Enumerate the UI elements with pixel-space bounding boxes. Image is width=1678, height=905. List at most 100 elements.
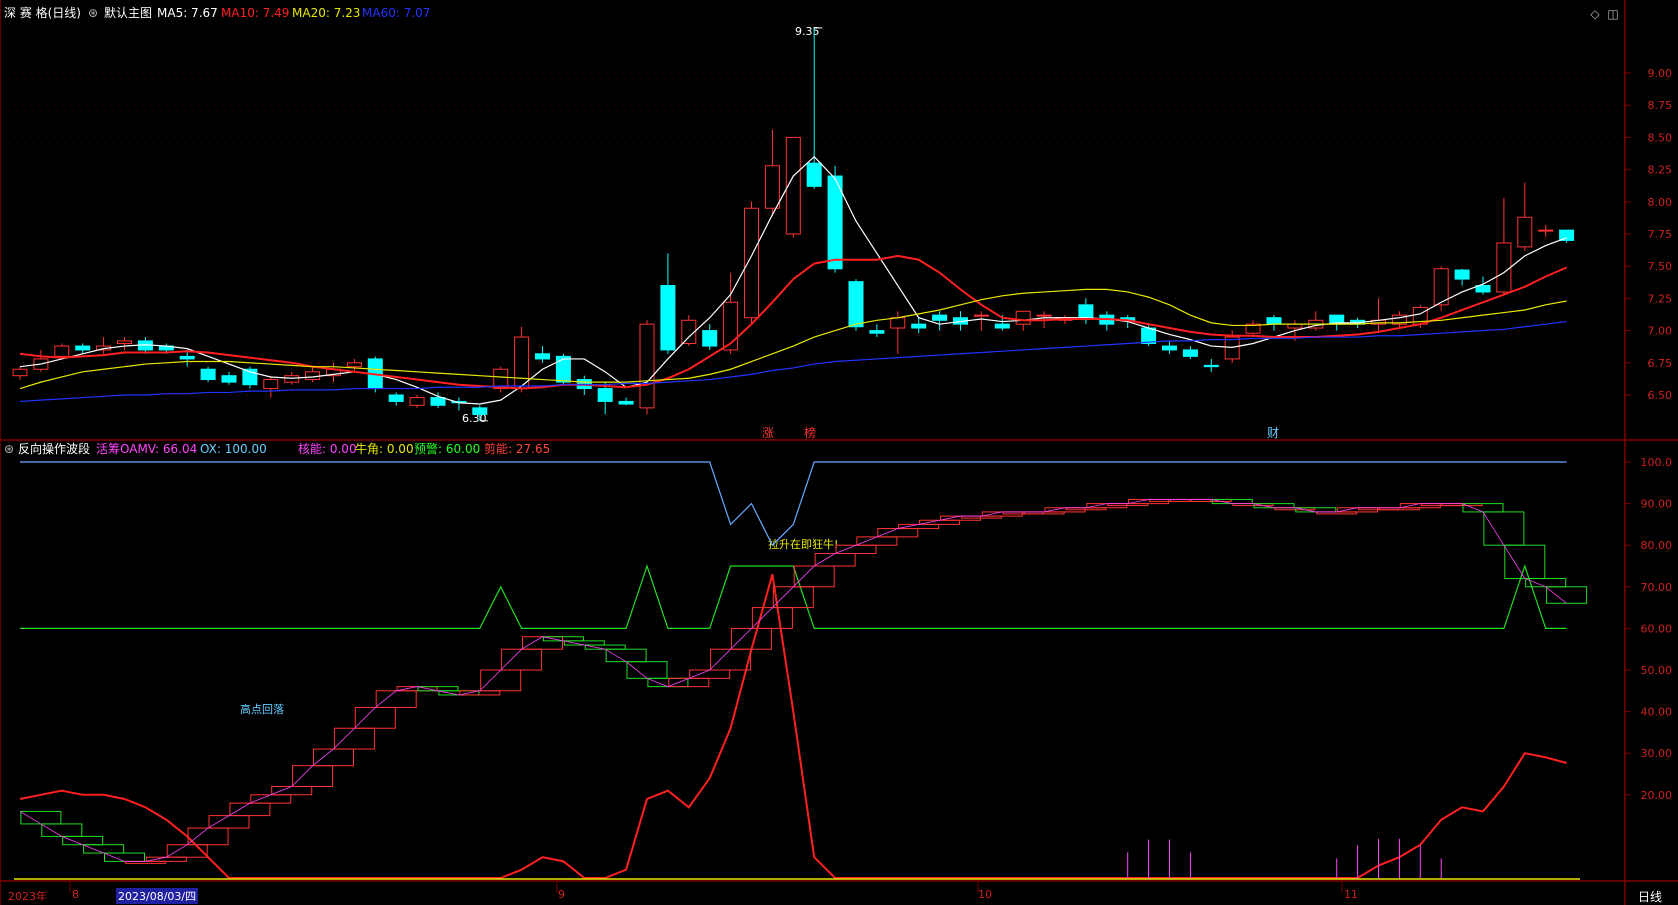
timeframe-button[interactable]: 日线: [1638, 888, 1662, 905]
oamv-box-up: [1065, 507, 1107, 511]
ma5-label: MA5: 7.67: [157, 6, 218, 20]
price-tick-label: 7.75: [1648, 228, 1673, 241]
oamv-line: [19, 499, 1567, 862]
oamv-box-down: [1546, 586, 1588, 604]
oamv-box-up: [250, 794, 292, 804]
oamv-box-up: [960, 515, 1002, 519]
candle-body-up: [1391, 314, 1407, 325]
oamv-box-down: [41, 823, 83, 837]
oamv-box-up: [1044, 507, 1086, 513]
oamv-box-down: [104, 852, 145, 862]
oamv-box-up: [313, 748, 354, 767]
candle-body-up: [96, 345, 112, 351]
candle-body-down: [1266, 317, 1282, 325]
oamv-box-up: [459, 690, 501, 696]
price-tick-label: 6.75: [1648, 357, 1673, 370]
candle-body-down: [1350, 319, 1366, 325]
selected-date[interactable]: 2023/08/03/四: [116, 888, 199, 904]
oamv-box-up: [731, 627, 772, 650]
chart-mode-chevron-icon[interactable]: ⊛: [88, 6, 98, 20]
candle-body-down: [576, 379, 592, 390]
line-ma5: [19, 155, 1567, 405]
candle-body-down: [618, 400, 634, 405]
signal-cai: 财: [1267, 426, 1280, 440]
oamv-box-up: [814, 553, 856, 567]
oamv-box-down: [563, 640, 605, 646]
month-9-label: 9: [558, 888, 565, 901]
oamv-box-down: [1483, 511, 1525, 546]
oamv-box-up: [187, 827, 229, 846]
oamv-box-up: [396, 686, 438, 692]
oamv-box-up: [1420, 503, 1462, 507]
oamv-box-up: [480, 669, 522, 692]
candle-body-down: [1141, 327, 1157, 344]
pull-up-text: 拉升在即狂牛!: [768, 538, 839, 551]
price-tick-label: 8.00: [1648, 196, 1673, 209]
stock-name[interactable]: 深 赛 格(日线): [4, 6, 81, 20]
candle-body-up: [723, 301, 739, 351]
oamv-box-up: [145, 856, 187, 862]
indicator-tick-label: 50.00: [1641, 664, 1673, 677]
candle-body-up: [326, 368, 341, 377]
oamv-box-up: [689, 669, 731, 679]
window-toggle-icon[interactable]: ◫: [1606, 7, 1620, 21]
yujing-line: [20, 564, 1567, 630]
candle-body-down: [1559, 229, 1575, 241]
price-tick-label: 7.25: [1648, 292, 1673, 305]
indicator-tick-label: 60.00: [1641, 622, 1673, 635]
indicator-tick-label: 70.00: [1641, 581, 1673, 594]
price-tick-label: 9.00: [1648, 67, 1673, 80]
candle-body-up: [1371, 319, 1386, 325]
oamv-box-up: [1149, 498, 1190, 502]
line-ma60: [19, 320, 1567, 403]
ma10-label: MA10: 7.49: [221, 6, 290, 20]
oamv-box-up: [375, 690, 417, 708]
indicator-tick-label: 100.0: [1641, 456, 1673, 469]
year-label: 2023年: [8, 890, 47, 903]
oamv-box-up: [793, 565, 835, 588]
candle-body-up: [639, 323, 655, 409]
chart-mode-label[interactable]: 默认主图: [104, 6, 152, 20]
oamv-box-up: [1190, 498, 1232, 502]
candle-body-up: [744, 207, 759, 319]
indicator-tick-label: 90.00: [1641, 498, 1673, 511]
oamv-box-down: [1525, 577, 1567, 588]
candle-body-up: [12, 368, 28, 377]
candle-body-up: [1036, 314, 1052, 317]
candle-body-up: [1412, 306, 1428, 325]
candle-body-down: [221, 375, 237, 383]
candle-body-up: [346, 362, 362, 368]
oamv-box-down: [626, 661, 668, 679]
oamv-box-down: [1462, 503, 1504, 513]
candle-body-down: [848, 281, 864, 328]
indicator-tick-label: 20.00: [1641, 789, 1673, 802]
oamv-box-up: [1399, 503, 1441, 509]
candle-body-up: [1224, 336, 1240, 360]
candle-body-up: [514, 336, 530, 390]
oamv-box-up: [710, 648, 752, 671]
oamv-box-up: [333, 727, 375, 750]
candle-body-up: [1015, 310, 1031, 325]
candle-body-up: [263, 379, 279, 390]
candle-body-down: [75, 345, 91, 351]
oamv-box-up: [1169, 498, 1211, 502]
candle-body-down: [911, 323, 927, 329]
candle-body-up: [785, 136, 801, 235]
candle-body-down: [535, 353, 550, 360]
candle-body-down: [1329, 314, 1345, 325]
month-11-label: 11: [1344, 888, 1358, 901]
oamv-box-up: [1128, 498, 1170, 505]
ma60-label: MA60: 7.07: [362, 6, 431, 20]
oamv-box-up: [981, 511, 1023, 517]
oamv-box-up: [501, 648, 543, 671]
indicator-chevron-icon[interactable]: ⊛: [4, 442, 14, 456]
candle-body-up: [890, 317, 906, 329]
candle-body-down: [430, 397, 446, 406]
candle-body-up: [117, 340, 132, 344]
oamv-box-up: [940, 515, 981, 521]
month-10-label: 10: [978, 888, 992, 901]
diamond-icon[interactable]: ◇: [1588, 7, 1602, 21]
candle-body-down: [869, 330, 885, 334]
oamv-box-up: [1337, 507, 1379, 513]
indicator-name[interactable]: 反向操作波段: [18, 442, 90, 456]
